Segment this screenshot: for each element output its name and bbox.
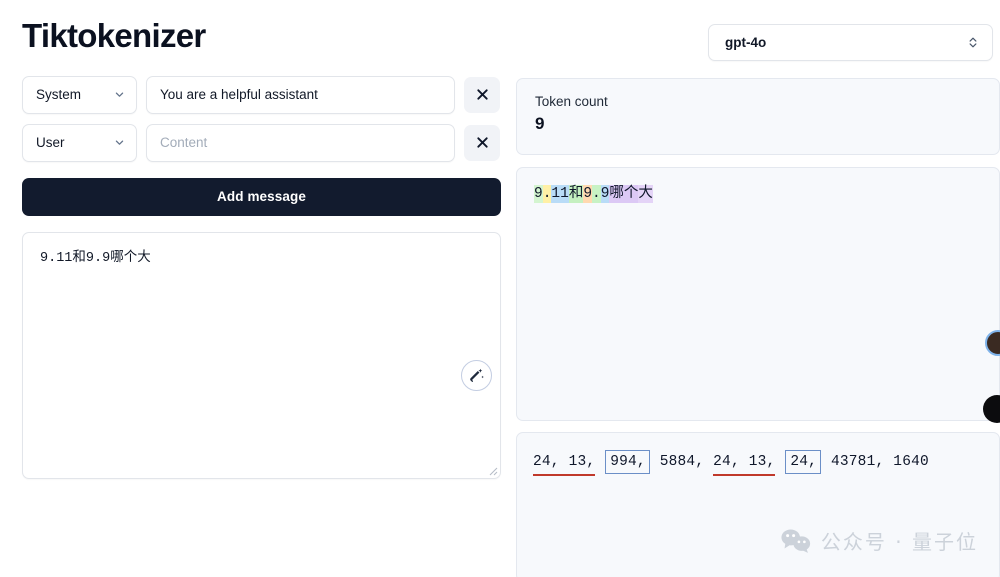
watermark: 公众号 · 量子位: [781, 526, 978, 555]
message-row: User: [22, 123, 500, 162]
message-content-input-user[interactable]: [146, 123, 455, 162]
token-chip: 9: [534, 185, 543, 203]
message-row: System: [22, 75, 500, 114]
prompt-textarea-wrapper: [22, 231, 501, 479]
wechat-icon: [781, 529, 811, 553]
token-ids-list: 24, 13, 994, 5884, 24, 13, 24, 43781, 16…: [533, 450, 983, 476]
token-count-panel: Token count 9: [516, 78, 1000, 155]
watermark-text: 公众号 · 量子位: [820, 530, 978, 554]
role-select-label: System: [36, 87, 82, 103]
token-chip: 和: [568, 185, 584, 203]
chevron-down-icon: [115, 92, 124, 98]
remove-message-button-user[interactable]: [464, 124, 500, 161]
close-icon: [476, 137, 488, 149]
chevron-updown-icon: [969, 37, 977, 48]
token-ids-panel: 24, 13, 994, 5884, 24, 13, 24, 43781, 16…: [516, 432, 1000, 577]
tiktokenizer-app: Tiktokenizer System User: [0, 0, 1000, 577]
message-content-input-system[interactable]: [146, 75, 455, 114]
magic-wand-button[interactable]: [461, 359, 492, 391]
token-id-group-box-blue: 24,: [785, 450, 822, 474]
add-message-button[interactable]: Add message: [22, 177, 501, 216]
magic-wand-icon: [469, 369, 484, 383]
model-selector[interactable]: gpt-4o: [708, 24, 993, 61]
left-panel: Tiktokenizer System User: [0, 0, 516, 577]
token-id-group: 5884,: [650, 454, 714, 470]
close-icon: [476, 89, 488, 101]
token-chip: 哪个: [609, 185, 639, 203]
chevron-down-icon: [115, 140, 124, 146]
role-select-system[interactable]: System: [22, 75, 137, 114]
role-select-label: User: [36, 135, 65, 151]
token-id-group-box-blue: 994,: [605, 450, 650, 474]
token-chip: .: [592, 185, 601, 203]
right-panel: gpt-4o Token count 9 9.11和9.9哪个大 24, 13,…: [516, 0, 1000, 577]
token-chip: 11: [551, 185, 569, 203]
token-id-group: 43781, 1640: [822, 454, 929, 470]
tokenized-text-panel: 9.11和9.9哪个大: [516, 167, 1000, 421]
token-id-group: [595, 454, 604, 470]
tokenized-text: 9.11和9.9哪个大: [534, 184, 982, 205]
role-select-user[interactable]: User: [22, 123, 137, 162]
token-id-group-underline-red: 24, 13,: [713, 454, 776, 476]
remove-message-button-system[interactable]: [464, 76, 500, 113]
token-chip: 大: [638, 185, 653, 203]
model-selector-value: gpt-4o: [725, 35, 767, 50]
token-count-label: Token count: [535, 94, 608, 109]
prompt-textarea[interactable]: [22, 231, 501, 479]
token-id-group-underline-red: 24, 13,: [533, 454, 596, 476]
token-id-group: [775, 454, 784, 470]
token-chip: 9: [583, 185, 593, 203]
token-count-value: 9: [535, 114, 545, 134]
page-title: Tiktokenizer: [22, 17, 206, 54]
